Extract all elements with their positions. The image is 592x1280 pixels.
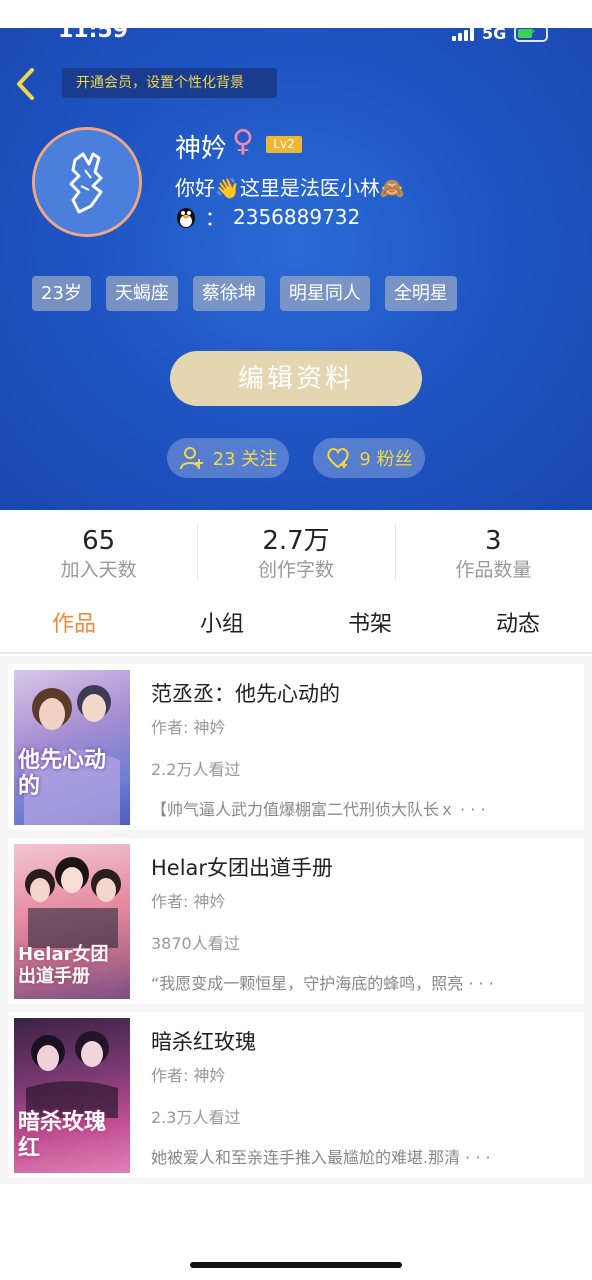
stat-work-count: 3 作品数量	[394, 510, 592, 598]
nickname: 神妗	[175, 134, 228, 164]
book-title[interactable]: 暗杀红玫瑰	[151, 1026, 256, 1056]
penguin-icon	[177, 207, 195, 228]
stat-label: 作品数量	[455, 559, 532, 581]
tag-list: 23岁 天蝎座 蔡徐坤 明星同人 全明星	[32, 276, 457, 311]
cover-title: Helar女团出道手册	[18, 944, 109, 987]
profile-bio: 你好👋这里是法医小林🙈	[175, 176, 405, 200]
vip-background-banner[interactable]: 开通会员，设置个性化背景	[62, 68, 277, 98]
book-description: “我愿变成一颗恒星，守护海底的蜂鸣，照亮 · · ·	[151, 974, 494, 993]
stat-value: 3	[485, 526, 502, 556]
back-arrow-icon[interactable]	[12, 66, 40, 102]
status-bar-background	[0, 0, 592, 28]
qq-number: 2356889732	[233, 204, 361, 229]
stat-word-count: 2.7万 创作字数	[197, 510, 394, 598]
stat-label: 创作字数	[257, 559, 334, 581]
stat-value: 2.7万	[262, 526, 330, 556]
heart-plus-icon	[327, 448, 350, 469]
tag-idol: 蔡徐坤	[192, 276, 265, 311]
cover-title: 他先心动的	[18, 748, 107, 799]
work-card[interactable]: 他先心动的 范丞丞：他先心动的 作者: 神妗 2.2万人看过 【帅气逼人武力值爆…	[8, 664, 584, 830]
book-title[interactable]: Helar女团出道手册	[151, 852, 333, 882]
following-label: 23 关注	[212, 449, 278, 470]
tab-bookshelf[interactable]: 书架	[296, 598, 444, 652]
book-cover[interactable]: Helar女团出道手册	[14, 844, 130, 999]
signal-icon	[452, 28, 474, 41]
stat-value: 65	[82, 526, 116, 556]
followers-button[interactable]: 9 粉丝	[313, 438, 425, 478]
book-author: 作者: 神妗	[151, 718, 226, 737]
profile-header: 11:59 5G ⚡ 开通会员，设置个性化背景 神妗 ♀ Lv2 你好👋这里是法…	[0, 28, 592, 510]
avatar[interactable]	[32, 127, 142, 237]
level-badge: Lv2	[266, 136, 302, 153]
following-button[interactable]: 23 关注	[167, 438, 289, 478]
tab-works[interactable]: 作品	[0, 598, 148, 652]
cover-title: 暗杀玫瑰红	[18, 1110, 107, 1161]
work-card[interactable]: 暗杀玫瑰红 暗杀红玫瑰 作者: 神妗 2.3万人看过 她被爱人和至亲连手推入最尴…	[8, 1012, 584, 1178]
book-cover[interactable]: 他先心动的	[14, 670, 130, 825]
tag-category: 全明星	[384, 276, 457, 311]
tag-genre: 明星同人	[279, 276, 370, 311]
stats-row: 65 加入天数 2.7万 创作字数 3 作品数量	[0, 510, 592, 598]
battery-icon: ⚡	[514, 28, 549, 42]
edit-profile-button[interactable]: 编辑资料	[170, 351, 422, 406]
tag-age: 23岁	[32, 276, 91, 311]
stat-label: 加入天数	[60, 559, 137, 581]
status-time: 11:59	[58, 28, 129, 43]
followers-label: 9 粉丝	[359, 449, 413, 470]
book-views: 2.2万人看过	[151, 760, 241, 779]
tab-groups[interactable]: 小组	[148, 598, 296, 652]
work-card[interactable]: Helar女团出道手册 Helar女团出道手册 作者: 神妗 3870人看过 “…	[8, 838, 584, 1004]
book-author: 作者: 神妗	[151, 1066, 226, 1085]
book-description: 【帅气逼人武力值爆棚富二代刑侦大队长ｘ · · ·	[151, 800, 486, 819]
tag-zodiac: 天蝎座	[105, 276, 178, 311]
book-cover[interactable]: 暗杀玫瑰红	[14, 1018, 130, 1173]
female-gender-icon: ♀	[232, 124, 254, 159]
book-title[interactable]: 范丞丞：他先心动的	[151, 678, 340, 708]
avatar-hand-icon	[35, 130, 139, 234]
network-type: 5G	[482, 28, 507, 43]
works-list: 他先心动的 范丞丞：他先心动的 作者: 神妗 2.2万人看过 【帅气逼人武力值爆…	[0, 656, 592, 1184]
tab-activity[interactable]: 动态	[444, 598, 592, 652]
qq-row: ： 2356889732	[175, 202, 360, 231]
book-description: 她被爱人和至亲连手推入最尴尬的难堪.那清 · · ·	[151, 1148, 491, 1167]
qq-separator: ：	[205, 206, 225, 230]
profile-tabs: 作品 小组 书架 动态	[0, 598, 592, 654]
book-views: 3870人看过	[151, 934, 240, 953]
home-indicator[interactable]	[190, 1262, 402, 1268]
status-indicators: 5G ⚡	[452, 28, 549, 43]
book-views: 2.3万人看过	[151, 1108, 241, 1127]
user-add-icon	[179, 447, 203, 470]
book-author: 作者: 神妗	[151, 892, 226, 911]
stat-join-days: 65 加入天数	[0, 510, 197, 598]
